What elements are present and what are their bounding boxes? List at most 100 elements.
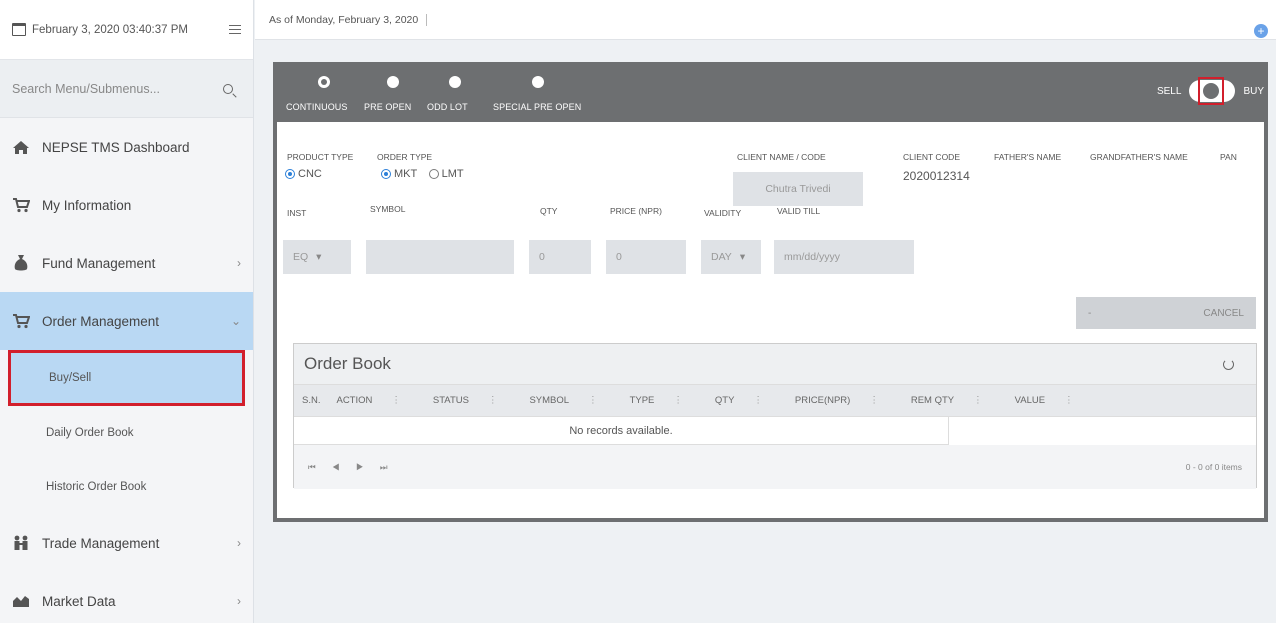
radio-unchecked-icon [428,169,439,179]
sidebar-item-my-information[interactable]: My Information [0,176,253,234]
symbol-label: SYMBOL [370,204,406,214]
order-book-header: Order Book [294,344,1256,385]
sidebar-item-label: My Information [42,197,132,213]
sidebar-item-label: Fund Management [42,255,156,271]
order-book-columns: S.N. ACTION ⋮ STATUS ⋮ SYMBOL ⋮ TYPE ⋮ QTY ⋮ … [294,385,1256,417]
sidebar-subitem-daily-order-book[interactable]: Daily Order Book [0,406,253,460]
qty-label: QTY [540,206,558,216]
fathers-name-label: FATHER'S NAME [994,152,1062,162]
mode-label: SPECIAL PRE OPEN [493,102,582,112]
sidebar-subitem-historic-order-book[interactable]: Historic Order Book [0,460,253,514]
product-type-group: CNC [285,168,330,182]
home-icon [12,139,30,155]
inst-select[interactable]: EQ [283,240,351,274]
col-price[interactable]: PRICE(NPR) ⋮ [795,395,895,406]
cancel-label: CANCEL [1203,307,1244,319]
menu-toggle-icon[interactable] [229,25,241,34]
order-type-group: MKT LMT [381,168,472,182]
top-bar: As of Monday, February 3, 2020 + [255,0,1276,40]
as-of-date: As of Monday, February 3, 2020 [269,13,428,26]
price-input[interactable]: 0 [606,240,686,274]
sell-label: SELL [1156,85,1182,97]
sidebar-item-fund-management[interactable]: Fund Management › [0,234,253,292]
col-qty[interactable]: QTY ⋮ [715,395,779,406]
validity-select[interactable]: DAY [701,240,761,274]
col-symbol[interactable]: SYMBOL ⋮ [529,395,613,406]
sidebar-item-label: Market Data [42,593,116,609]
valid-till-label: VALID TILL [777,206,821,216]
order-radio-lmt[interactable]: LMT [428,168,464,180]
sidebar: February 3, 2020 03:40:37 PM NEPSE TMS D… [0,0,254,623]
col-type[interactable]: TYPE ⋮ [630,395,699,406]
pager: ⏮ ◀ ▶ ⏭ 0 - 0 of 0 items [294,445,1256,489]
sidebar-item-market-data[interactable]: Market Data › [0,572,253,623]
client-name-label: CLIENT NAME / CODE [737,152,826,162]
order-panel-header: CONTINUOUS PRE OPEN ODD LOT SPECIAL PRE … [277,66,1264,122]
cart-icon [12,197,30,213]
sidebar-item-label: Trade Management [42,535,160,551]
chevron-right-icon: › [237,536,241,550]
pan-label: PAN [1220,152,1237,162]
empty-message: No records available. [294,417,949,445]
col-status[interactable]: STATUS ⋮ [433,395,514,406]
people-icon [12,535,30,551]
order-radio-mkt[interactable]: MKT [381,168,417,180]
mode-label: CONTINUOUS [286,102,348,112]
buy-sell-toggle[interactable] [1189,77,1236,105]
symbol-input[interactable] [366,240,514,274]
sidebar-header: February 3, 2020 03:40:37 PM [0,0,253,60]
current-datetime: February 3, 2020 03:40:37 PM [32,23,188,36]
pager-nav-buttons[interactable]: ⏮ ◀ ▶ ⏭ [308,462,1186,473]
radio-label: LMT [441,168,464,180]
product-type-label: PRODUCT TYPE [287,152,354,162]
cart-icon [12,313,30,329]
col-value[interactable]: VALUE ⋮ [1015,395,1090,406]
inst-label: INST [287,208,307,218]
sidebar-subitem-buy-sell[interactable]: Buy/Sell [8,350,245,406]
sidebar-item-label: Order Management [42,313,160,329]
mode-radio-odd-lot[interactable] [449,76,461,88]
mode-label: ODD LOT [427,102,468,112]
mode-radio-continuous[interactable] [318,76,330,88]
order-book-title: Order Book [304,354,391,373]
price-label: PRICE (NPR) [610,206,662,216]
calendar-icon [12,23,26,36]
mode-radio-special-pre-open[interactable] [532,76,544,88]
buy-sell-toggle-group: SELL BUY [1156,77,1264,105]
qty-input[interactable]: 0 [529,240,591,274]
product-radio-cnc[interactable]: CNC [285,168,322,180]
radio-label: MKT [394,168,418,180]
sidebar-item-trade-management[interactable]: Trade Management › [0,514,253,572]
chevron-down-icon: ⌄ [230,314,241,328]
sidebar-item-order-management[interactable]: Order Management ⌄ [0,292,253,350]
order-entry-panel: CONTINUOUS PRE OPEN ODD LOT SPECIAL PRE … [273,62,1268,522]
refresh-icon[interactable] [1223,358,1234,370]
sidebar-item-label: NEPSE TMS Dashboard [42,139,190,155]
mode-radio-pre-open[interactable] [387,76,399,88]
col-action[interactable]: ACTION ⋮ [336,395,416,406]
radio-checked-icon [285,169,295,179]
client-code-label: CLIENT CODE [903,152,960,162]
menu-search [0,60,253,118]
chevron-right-icon: › [237,594,241,608]
sidebar-item-dashboard[interactable]: NEPSE TMS Dashboard [0,118,253,176]
search-icon[interactable] [223,83,233,94]
valid-till-input[interactable]: mm/dd/yyyy [774,240,914,274]
cancel-button[interactable]: - CANCEL [1076,297,1256,329]
money-bag-icon [12,255,30,271]
add-icon[interactable]: + [1254,24,1268,38]
order-book: Order Book S.N. ACTION ⋮ STATUS ⋮ SYMBOL ⋮ … [293,343,1257,489]
col-sn[interactable]: S.N. [302,395,320,406]
search-input[interactable] [12,81,223,96]
buy-label: BUY [1243,85,1264,97]
col-rem-qty[interactable]: REM QTY ⋮ [911,395,999,406]
pager-summary: 0 - 0 of 0 items [1185,462,1242,472]
radio-label: CNC [298,168,322,180]
client-name-field[interactable]: Chutra Trivedi [733,172,863,206]
button-dash: - [1088,307,1092,319]
client-code-value: 2020012314 [903,169,970,183]
validity-label: VALIDITY [704,208,742,218]
mode-label: PRE OPEN [364,102,412,112]
chart-icon [12,593,30,609]
radio-checked-icon [381,169,391,179]
